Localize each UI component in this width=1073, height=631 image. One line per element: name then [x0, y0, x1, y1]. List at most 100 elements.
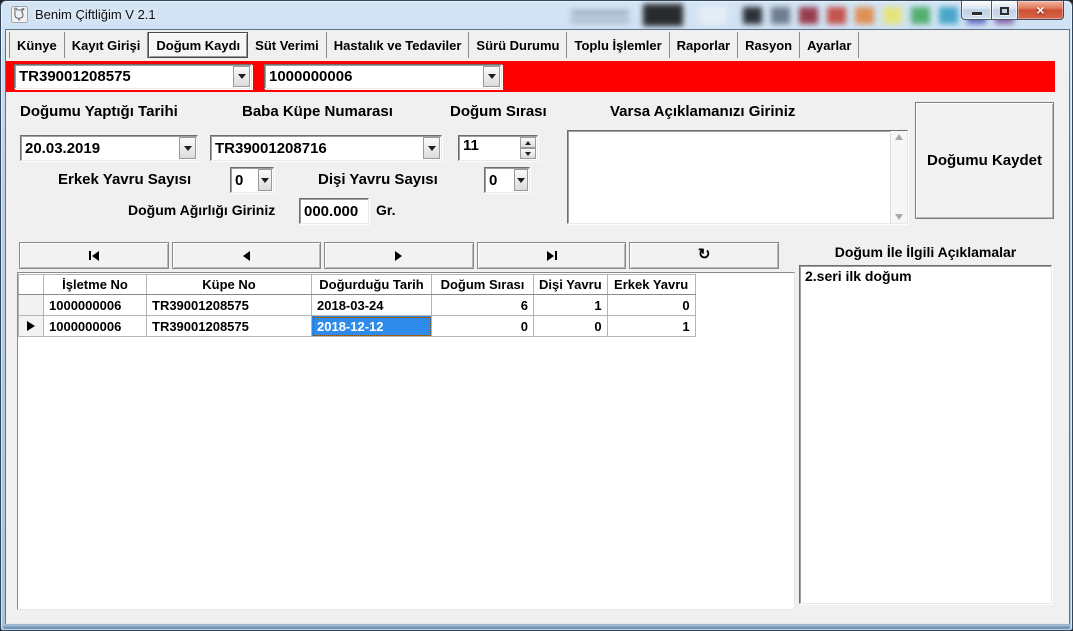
tab-dogum-kaydi[interactable]: Doğum Kaydı [148, 32, 248, 58]
nav-next-icon [395, 251, 402, 261]
grid-cell[interactable]: TR39001208575 [147, 316, 312, 337]
birth-date-dropdown-icon[interactable] [179, 137, 196, 159]
tab-sut-verimi[interactable]: Süt Verimi [248, 32, 327, 58]
female-count-dropdown-icon[interactable] [514, 169, 528, 191]
father-tag-dropdown-icon[interactable] [423, 137, 440, 159]
window-bottom-frame [3, 624, 1070, 629]
minimize-button[interactable] [961, 1, 991, 20]
ear-tag-combobox[interactable]: TR39001208575 [14, 64, 252, 89]
grid-header-disi-yavru[interactable]: Dişi Yavru [534, 275, 608, 295]
birth-records-grid: İşletme No Küpe No Doğurduğu Tarih Doğum… [17, 272, 795, 610]
grid-cell[interactable]: 1000000006 [44, 316, 147, 337]
weight-value: 000.000 [300, 203, 368, 220]
nav-first-button[interactable] [19, 242, 169, 269]
window-title: Benim Çiftliğim V 2.1 [35, 7, 156, 22]
notes-textarea[interactable]: 2.seri ilk doğum [799, 265, 1052, 604]
tab-ayarlar[interactable]: Ayarlar [800, 32, 859, 58]
farm-no-value: 1000000006 [265, 68, 482, 85]
note-textarea[interactable] [567, 130, 908, 224]
farm-no-combobox[interactable]: 1000000006 [264, 64, 502, 89]
app-window: Benim Çiftliğim V 2.1 × Künye Kayıt Giri… [0, 0, 1073, 631]
grid-header-dogum-sirasi[interactable]: Doğum Sırası [432, 275, 534, 295]
tab-suru-durumu[interactable]: Sürü Durumu [469, 32, 567, 58]
birth-date-picker[interactable]: 20.03.2019 [20, 135, 198, 161]
grid-cell[interactable]: 1 [607, 316, 695, 337]
birth-date-value: 20.03.2019 [21, 140, 178, 157]
birth-order-label: Doğum Sırası [450, 103, 547, 120]
close-button[interactable]: × [1018, 1, 1064, 20]
grid-cell[interactable]: 0 [432, 316, 534, 337]
weight-label: Doğum Ağırlığı Giriniz [128, 202, 275, 218]
father-tag-label: Baba Küpe Numarası [242, 103, 393, 120]
grid-cell-selected[interactable]: 2018-12-12 [312, 316, 432, 337]
selection-bar: TR39001208575 1000000006 [6, 61, 1055, 92]
tab-toplu-islemler[interactable]: Toplu İşlemler [567, 32, 669, 58]
grid-header-dogurdugu-tarih[interactable]: Doğurduğu Tarih [312, 275, 432, 295]
nav-first-icon [89, 251, 91, 260]
tab-bar: Künye Kayıt Girişi Doğum Kaydı Süt Verim… [9, 32, 1066, 58]
scroll-down-icon[interactable] [895, 214, 903, 220]
male-count-value: 0 [231, 172, 257, 189]
close-icon: × [1036, 3, 1044, 17]
minimize-icon [972, 12, 982, 15]
farm-no-dropdown-icon[interactable] [483, 66, 500, 87]
grid-cell[interactable]: 1000000006 [44, 295, 147, 316]
birth-order-up-icon[interactable] [520, 137, 536, 148]
titlebar-glass-artifacts [541, 1, 961, 29]
nav-next-button[interactable] [324, 242, 474, 269]
tab-raporlar[interactable]: Raporlar [670, 32, 738, 58]
tab-kayit-girisi[interactable]: Kayıt Girişi [65, 32, 149, 58]
tab-hastalik-ve-tedaviler[interactable]: Hastalık ve Tedaviler [327, 32, 470, 58]
nav-refresh-icon: ↻ [698, 247, 711, 262]
grid-header-row: İşletme No Küpe No Doğurduğu Tarih Doğum… [19, 275, 696, 295]
female-count-label: Dişi Yavru Sayısı [318, 171, 438, 188]
nav-prior-button[interactable] [172, 242, 322, 269]
app-icon [11, 6, 28, 23]
scroll-up-icon[interactable] [895, 134, 903, 140]
male-count-dropdown-icon[interactable] [258, 169, 272, 191]
maximize-icon [1000, 7, 1009, 15]
grid-selector-header [19, 275, 44, 295]
current-row-icon [27, 321, 35, 331]
grid-cell[interactable]: 0 [607, 295, 695, 316]
save-birth-button[interactable]: Doğumu Kaydet [915, 102, 1054, 219]
tab-rasyon[interactable]: Rasyon [738, 32, 800, 58]
tab-kunye[interactable]: Künye [9, 32, 65, 58]
row-selector[interactable] [19, 316, 44, 337]
client-area: Künye Kayıt Girişi Doğum Kaydı Süt Verim… [5, 29, 1070, 625]
table-row-current: 1000000006 TR39001208575 2018-12-12 0 0 … [19, 316, 696, 337]
note-label: Varsa Açıklamanızı Giriniz [610, 103, 795, 120]
grid-header-kupe-no[interactable]: Küpe No [147, 275, 312, 295]
nav-last-button[interactable] [477, 242, 627, 269]
grid-cell[interactable]: 2018-03-24 [312, 295, 432, 316]
male-count-label: Erkek Yavru Sayısı [58, 171, 191, 188]
weight-input[interactable]: 000.000 [299, 198, 369, 224]
record-navigator: ↻ [19, 242, 779, 269]
birth-order-value: 11 [459, 136, 519, 160]
note-scrollbar[interactable] [890, 131, 907, 223]
nav-prior-icon [243, 251, 250, 261]
female-count-value: 0 [485, 172, 513, 189]
grid-cell[interactable]: 6 [432, 295, 534, 316]
notes-panel-title: Doğum İle İlgili Açıklamalar [799, 244, 1052, 260]
row-selector[interactable] [19, 295, 44, 316]
birth-order-spinner[interactable]: 11 [458, 135, 538, 161]
nav-refresh-button[interactable]: ↻ [629, 242, 779, 269]
father-tag-combobox[interactable]: TR39001208716 [210, 135, 442, 161]
grid-header-isletme-no[interactable]: İşletme No [44, 275, 147, 295]
grid-cell[interactable]: 1 [534, 295, 608, 316]
ear-tag-dropdown-icon[interactable] [233, 66, 250, 87]
grid-cell[interactable]: 0 [534, 316, 608, 337]
save-birth-button-label: Doğumu Kaydet [927, 152, 1042, 169]
nav-last-icon [547, 251, 554, 261]
grid-cell[interactable]: TR39001208575 [147, 295, 312, 316]
birth-order-down-icon[interactable] [520, 148, 536, 159]
male-count-combobox[interactable]: 0 [230, 167, 274, 193]
grid-header-erkek-yavru[interactable]: Erkek Yavru [607, 275, 695, 295]
ear-tag-value: TR39001208575 [15, 68, 232, 85]
title-bar[interactable]: Benim Çiftliğim V 2.1 × [1, 1, 1072, 29]
maximize-button[interactable] [991, 1, 1018, 20]
female-count-combobox[interactable]: 0 [484, 167, 530, 193]
table-row: 1000000006 TR39001208575 2018-03-24 6 1 … [19, 295, 696, 316]
father-tag-value: TR39001208716 [211, 140, 422, 157]
